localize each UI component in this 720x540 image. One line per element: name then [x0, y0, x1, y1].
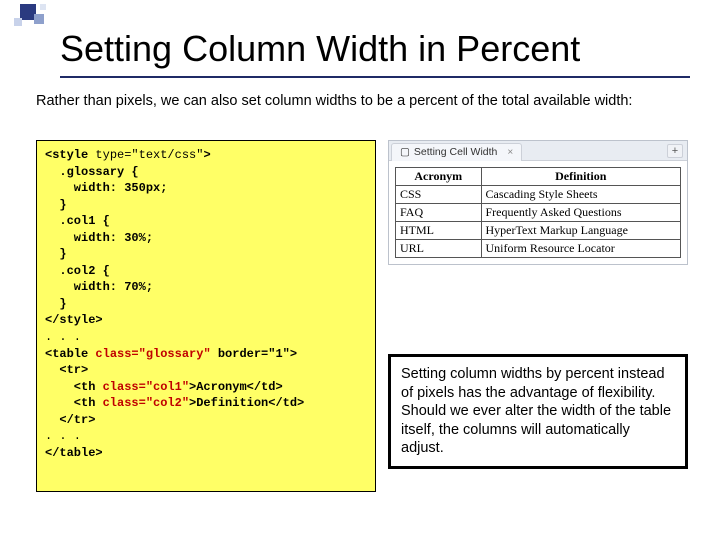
- table-row: URL Uniform Resource Locator: [396, 240, 681, 258]
- code-line: <table: [45, 347, 95, 361]
- code-line: </table>: [45, 446, 103, 460]
- code-attr: class="col1": [103, 380, 189, 394]
- cell-definition: Uniform Resource Locator: [481, 240, 681, 258]
- code-line: <style: [45, 148, 95, 162]
- cell-acronym: CSS: [396, 186, 482, 204]
- code-line: >Definition</td>: [189, 396, 304, 410]
- cell-acronym: FAQ: [396, 204, 482, 222]
- table-row: CSS Cascading Style Sheets: [396, 186, 681, 204]
- code-line: <th: [45, 380, 103, 394]
- code-attr: class="glossary": [95, 347, 210, 361]
- cell-definition: HyperText Markup Language: [481, 222, 681, 240]
- code-line: . . .: [45, 330, 81, 344]
- browser-preview: ▢ Setting Cell Width × + Acronym Definit…: [388, 140, 688, 265]
- cell-definition: Cascading Style Sheets: [481, 186, 681, 204]
- code-line: . . .: [45, 429, 81, 443]
- code-line: .col1 {: [45, 214, 110, 228]
- code-line: }: [45, 247, 67, 261]
- code-line: border="1">: [211, 347, 297, 361]
- code-example: <style type="text/css"> .glossary { widt…: [36, 140, 376, 492]
- table-row: HTML HyperText Markup Language: [396, 222, 681, 240]
- code-line: >Acronym</td>: [189, 380, 283, 394]
- new-tab-button[interactable]: +: [667, 144, 683, 158]
- code-line: width: 350px;: [45, 181, 167, 195]
- table-row: FAQ Frequently Asked Questions: [396, 204, 681, 222]
- code-line: .col2 {: [45, 264, 110, 278]
- code-line: <tr>: [45, 363, 88, 377]
- callout-note: Setting column widths by percent instead…: [388, 354, 688, 469]
- page-title: Setting Column Width in Percent: [60, 28, 690, 78]
- glossary-table: Acronym Definition CSS Cascading Style S…: [395, 167, 681, 258]
- table-header-row: Acronym Definition: [396, 168, 681, 186]
- browser-tabbar: ▢ Setting Cell Width × +: [389, 141, 687, 161]
- close-icon[interactable]: ×: [507, 147, 513, 158]
- col-header-acronym: Acronym: [396, 168, 482, 186]
- code-line: type="text/css": [95, 148, 203, 162]
- page-icon: ▢: [400, 146, 410, 158]
- code-line: .glossary {: [45, 165, 139, 179]
- col-header-definition: Definition: [481, 168, 681, 186]
- code-attr: class="col2": [103, 396, 189, 410]
- cell-definition: Frequently Asked Questions: [481, 204, 681, 222]
- code-line: width: 30%;: [45, 231, 153, 245]
- browser-tab[interactable]: ▢ Setting Cell Width ×: [391, 143, 522, 161]
- code-line: }: [45, 198, 67, 212]
- intro-text: Rather than pixels, we can also set colu…: [36, 92, 690, 110]
- cell-acronym: URL: [396, 240, 482, 258]
- tab-title: Setting Cell Width: [414, 146, 497, 158]
- code-line: </style>: [45, 313, 103, 327]
- code-line: }: [45, 297, 67, 311]
- code-line: <th: [45, 396, 103, 410]
- code-line: >: [203, 148, 210, 162]
- slide-decoration: [0, 0, 50, 50]
- cell-acronym: HTML: [396, 222, 482, 240]
- code-line: width: 70%;: [45, 280, 153, 294]
- code-line: </tr>: [45, 413, 95, 427]
